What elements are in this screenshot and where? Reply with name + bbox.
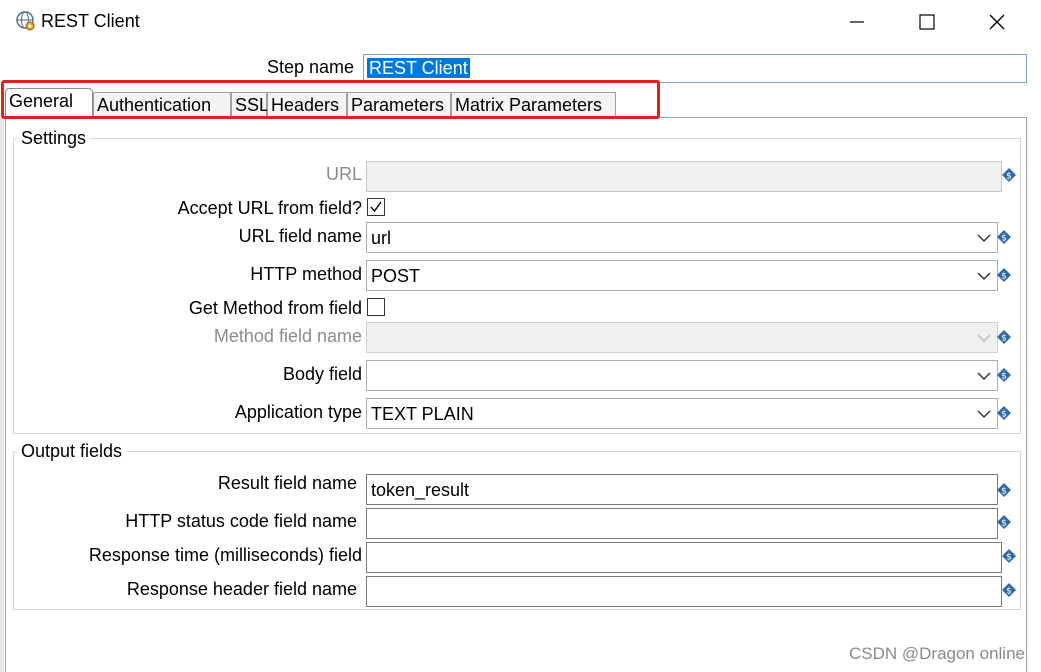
variable-icon[interactable]: $ (1002, 583, 1016, 597)
url-label: URL (325, 164, 362, 184)
response-time-label: Response time (milliseconds) field (88, 545, 362, 565)
globe-gear-icon (14, 10, 36, 32)
chevron-down-icon[interactable] (971, 399, 997, 428)
accept-url-label: Accept URL from field? (177, 198, 362, 218)
checkmark-icon (370, 201, 382, 213)
http-method-combo[interactable]: POST (366, 260, 998, 291)
body-field-label: Body field (282, 364, 362, 384)
svg-text:$: $ (1001, 410, 1007, 420)
tabs-highlight-box (1, 80, 660, 119)
title-bar: REST Client (0, 0, 1041, 44)
maximize-icon (919, 14, 935, 30)
variable-icon[interactable]: $ (997, 368, 1011, 382)
chevron-down-icon[interactable] (971, 261, 997, 290)
output-fields-title: Output fields (17, 440, 127, 462)
svg-text:$: $ (1001, 519, 1007, 529)
url-field-label: URL field name (238, 226, 362, 246)
svg-text:$: $ (1001, 334, 1007, 344)
chevron-down-icon[interactable] (971, 223, 997, 252)
http-method-label: HTTP method (250, 264, 362, 284)
close-icon (989, 14, 1005, 30)
step-name-input[interactable]: REST Client (363, 54, 1027, 83)
variable-icon[interactable]: $ (997, 406, 1011, 420)
chevron-down-icon[interactable] (971, 323, 997, 352)
rest-client-dialog: REST Client Step name REST Client Genera… (0, 0, 1041, 672)
svg-text:$: $ (1001, 272, 1007, 282)
chevron-down-icon[interactable] (971, 361, 997, 390)
variable-icon[interactable]: $ (997, 230, 1011, 244)
svg-text:$: $ (1006, 172, 1012, 182)
window-title: REST Client (41, 11, 140, 31)
method-field-combo[interactable] (366, 322, 998, 353)
maximize-button[interactable] (899, 0, 955, 44)
result-field-value: token_result (371, 480, 470, 500)
response-header-label: Response header field name (126, 579, 357, 599)
step-name-value: REST Client (367, 58, 470, 78)
app-type-value: TEXT PLAIN (371, 404, 474, 424)
app-type-combo[interactable]: TEXT PLAIN (366, 398, 998, 429)
variable-icon[interactable]: $ (997, 330, 1011, 344)
get-method-checkbox[interactable] (367, 298, 385, 316)
watermark: CSDN @Dragon online (848, 644, 1025, 663)
minimize-icon (850, 21, 864, 23)
response-header-input[interactable] (366, 576, 1002, 607)
svg-text:$: $ (1001, 372, 1007, 382)
url-field-combo[interactable]: url (366, 222, 998, 253)
result-field-label: Result field name (217, 473, 357, 493)
variable-icon[interactable]: $ (997, 515, 1011, 529)
accept-url-checkbox[interactable] (367, 198, 385, 216)
status-code-input[interactable] (366, 508, 998, 539)
step-name-label: Step name (266, 57, 354, 77)
svg-text:$: $ (1001, 234, 1007, 244)
svg-text:$: $ (1006, 587, 1012, 597)
minimize-button[interactable] (829, 0, 885, 44)
url-field-value: url (371, 228, 392, 248)
variable-icon[interactable]: $ (997, 483, 1011, 497)
response-time-input[interactable] (366, 542, 1002, 573)
svg-text:$: $ (1006, 553, 1012, 563)
settings-title: Settings (17, 127, 91, 149)
result-field-input[interactable]: token_result (366, 474, 998, 505)
method-field-label: Method field name (213, 326, 362, 346)
close-button[interactable] (969, 0, 1025, 44)
variable-icon[interactable]: $ (997, 268, 1011, 282)
http-method-value: POST (371, 266, 421, 286)
status-code-label: HTTP status code field name (125, 511, 357, 531)
variable-icon[interactable]: $ (1002, 549, 1016, 563)
get-method-label: Get Method from field (188, 298, 362, 318)
body-field-combo[interactable] (366, 360, 998, 391)
left-edge (0, 120, 4, 672)
svg-text:$: $ (1001, 487, 1007, 497)
app-type-label: Application type (234, 402, 362, 422)
url-input[interactable] (366, 161, 1002, 192)
variable-icon[interactable]: $ (1002, 168, 1016, 182)
